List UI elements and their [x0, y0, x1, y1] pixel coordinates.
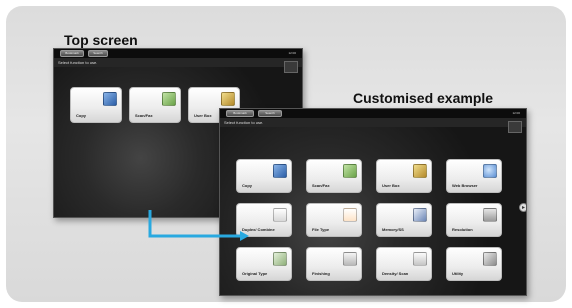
tile-label: Web Browser — [452, 182, 478, 188]
status-indicator — [508, 121, 522, 133]
bookmark-tab[interactable]: Bookmark — [60, 50, 84, 57]
search-tab[interactable]: Search — [258, 110, 282, 117]
status-indicator — [284, 61, 298, 73]
scan-fax-icon — [343, 164, 357, 178]
tile-label: File Type — [312, 226, 330, 232]
search-tab[interactable]: Search — [88, 50, 108, 57]
tile-label: Copy — [242, 182, 252, 188]
function-tile-web-browser[interactable]: Web Browser — [446, 159, 502, 193]
usb-memory-icon — [413, 208, 427, 222]
user-box-icon — [221, 92, 235, 106]
tile-label: Finishing — [312, 270, 330, 276]
next-page-arrow-icon[interactable]: ▸ — [519, 203, 526, 212]
function-tile-finishing[interactable]: Finishing — [306, 247, 362, 281]
customised-screen-panel: Bookmark Search 12:00 Select function to… — [219, 108, 527, 296]
globe-icon — [483, 164, 497, 178]
top-screen-caption: Top screen — [64, 32, 138, 48]
copy-icon — [273, 164, 287, 178]
function-tile-memory[interactable]: Memory/SS — [376, 203, 432, 237]
function-tile-scan-fax[interactable]: Scan/Fax — [129, 87, 181, 123]
function-tile-copy[interactable]: Copy — [236, 159, 292, 193]
tile-label: Scan/Fax — [135, 112, 153, 118]
clock: 12:00 — [288, 51, 296, 55]
tile-label: Utility — [452, 270, 464, 276]
function-tile-copy[interactable]: Copy — [70, 87, 122, 123]
utility-icon — [483, 252, 497, 266]
function-tile-scan-fax[interactable]: Scan/Fax — [306, 159, 362, 193]
tile-label: Duplex/ Combine — [242, 226, 275, 232]
tile-label: Scan/Fax — [312, 182, 330, 188]
tile-label: User Box — [382, 182, 400, 188]
tile-label: Original Type — [242, 270, 268, 276]
prompt-text: Select function to use. — [220, 118, 526, 127]
bookmark-tab[interactable]: Bookmark — [226, 110, 254, 117]
density-scan-icon — [413, 252, 427, 266]
scan-fax-icon — [162, 92, 176, 106]
user-box-icon — [413, 164, 427, 178]
function-tile-original-type[interactable]: Original Type — [236, 247, 292, 281]
customised-screen-header: Bookmark Search 12:00 — [220, 109, 526, 118]
function-tile-density-scan[interactable]: Density/ Scan — [376, 247, 432, 281]
copy-icon — [103, 92, 117, 106]
tile-label: Copy — [76, 112, 86, 118]
function-tile-user-box[interactable]: User Box — [376, 159, 432, 193]
tile-label: Resolution — [452, 226, 473, 232]
top-screen-header: Bookmark Search 12:00 — [54, 49, 302, 58]
function-tile-utility[interactable]: Utility — [446, 247, 502, 281]
function-tile-file-type[interactable]: File Type — [306, 203, 362, 237]
function-tile-duplex-combine[interactable]: Duplex/ Combine — [236, 203, 292, 237]
original-type-icon — [273, 252, 287, 266]
tile-label: Density/ Scan — [382, 270, 409, 276]
resolution-icon — [483, 208, 497, 222]
clock: 12:00 — [512, 111, 520, 115]
function-tile-resolution[interactable]: Resolution — [446, 203, 502, 237]
finishing-icon — [343, 252, 357, 266]
file-type-icon — [343, 208, 357, 222]
duplex-icon — [273, 208, 287, 222]
tile-label: Memory/SS — [382, 226, 404, 232]
prompt-text: Select function to use. — [54, 58, 302, 67]
customised-example-caption: Customised example — [353, 90, 494, 106]
